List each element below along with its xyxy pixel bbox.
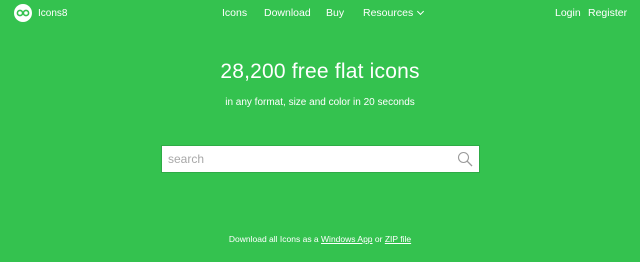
top-header: Icons8 Icons Download Buy Resources Logi…: [0, 0, 640, 26]
search-icon[interactable]: [457, 151, 473, 167]
login-link[interactable]: Login: [555, 7, 581, 19]
hero-subtitle: in any format, size and color in 20 seco…: [225, 97, 415, 108]
download-all-prefix: Download all Icons as a: [228, 234, 322, 244]
register-link[interactable]: Register: [588, 7, 627, 19]
nav-download-link[interactable]: Download: [264, 7, 311, 19]
nav-buy-link[interactable]: Buy: [326, 7, 344, 19]
search-box: [161, 145, 480, 173]
windows-app-link[interactable]: Windows App: [321, 234, 373, 244]
main-nav: Icons Download Buy Resources Login Regis…: [0, 7, 640, 21]
nav-resources-dropdown[interactable]: Resources: [363, 7, 425, 19]
hero-title: 28,200 free flat icons: [220, 60, 420, 83]
download-all-line: Download all Icons as a Windows App or Z…: [0, 234, 640, 244]
download-all-middle: or: [372, 234, 385, 244]
nav-icons-link[interactable]: Icons: [222, 7, 247, 19]
nav-resources-label: Resources: [363, 7, 414, 19]
chevron-down-icon: [417, 7, 425, 16]
zip-file-link[interactable]: ZIP file: [385, 234, 411, 244]
search-input[interactable]: [162, 146, 447, 172]
